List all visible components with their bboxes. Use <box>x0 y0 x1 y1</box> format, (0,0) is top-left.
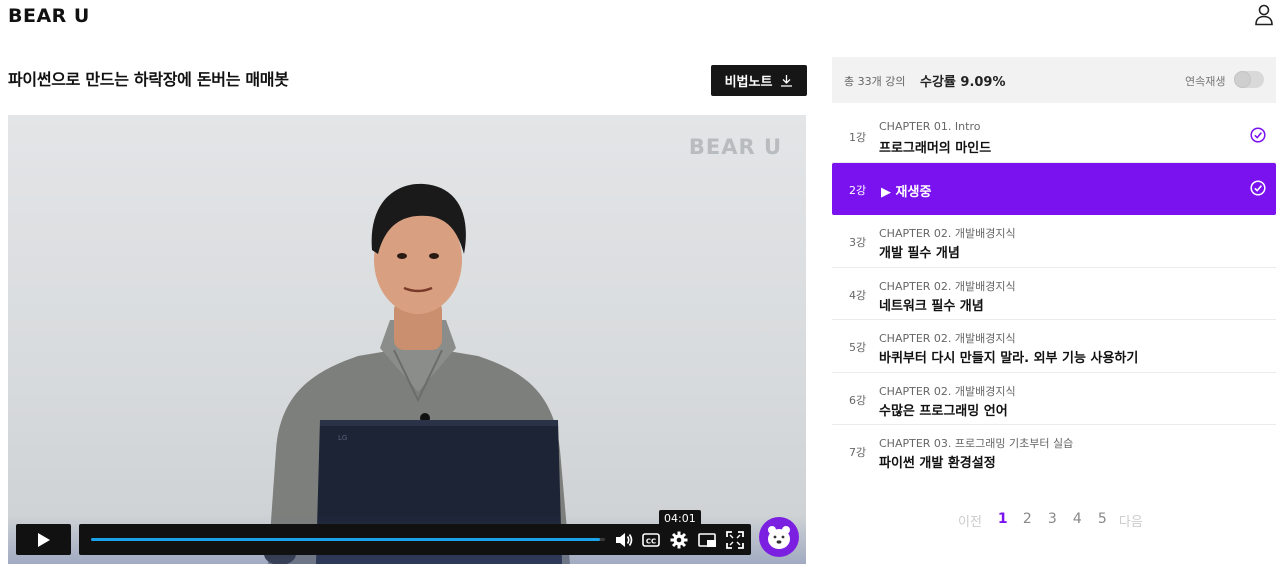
svg-text:CC: CC <box>646 538 656 546</box>
lesson-item[interactable]: 1강 CHAPTER 01. Intro 프로그래머의 마인드 <box>832 110 1276 163</box>
progress-fill <box>91 538 600 541</box>
prev-page-link[interactable]: 이전 <box>958 511 982 530</box>
pip-icon[interactable] <box>697 530 717 550</box>
check-circle-icon <box>1250 179 1266 196</box>
player-controls: 04:01 CC <box>8 510 806 564</box>
lesson-item[interactable]: 3강 CHAPTER 02. 개발배경지식 개발 필수 개념 <box>832 215 1276 268</box>
play-icon <box>37 532 50 547</box>
total-lessons: 총 33개 강의 <box>844 75 906 88</box>
lesson-item[interactable]: 5강 CHAPTER 02. 개발배경지식 바퀴부터 다시 만들지 말라. 외부… <box>832 320 1276 373</box>
video-watermark: BEAR U <box>688 135 782 159</box>
page-link[interactable]: 4 <box>1073 511 1098 530</box>
lesson-chapter: CHAPTER 02. 개발배경지식 <box>879 332 1016 345</box>
volume-icon[interactable] <box>614 530 634 550</box>
lesson-chapter: CHAPTER 03. 프로그래밍 기초부터 실습 <box>879 437 1074 450</box>
page-link[interactable]: 3 <box>1048 511 1073 530</box>
lesson-list: 1강 CHAPTER 01. Intro 프로그래머의 마인드 2강 ▶ 재생중… <box>832 110 1276 478</box>
autoplay-label: 연속재생 <box>1185 75 1226 88</box>
page-link-current[interactable]: 1 <box>998 511 1023 530</box>
presenter-image: LG <box>264 183 570 564</box>
brand-logo[interactable]: BEAR U <box>8 5 90 27</box>
notes-button-label: 비법노트 <box>724 75 773 90</box>
lesson-name: 바퀴부터 다시 만들지 말라. 외부 기능 사용하기 <box>879 351 1139 366</box>
toggle-knob <box>1235 72 1250 87</box>
lesson-name: 수많은 프로그래밍 언어 <box>879 403 1008 419</box>
notes-download-button[interactable]: 비법노트 <box>711 65 807 96</box>
lesson-number: 1강 <box>849 131 867 144</box>
download-icon <box>781 75 793 87</box>
lesson-chapter: CHAPTER 02. 개발배경지식 <box>879 227 1016 240</box>
course-summary: 총 33개 강의 수강률 9.09% 연속재생 <box>832 57 1276 103</box>
captions-icon[interactable]: CC <box>641 530 661 550</box>
progress-track[interactable] <box>91 538 605 541</box>
page-link[interactable]: 2 <box>1023 511 1048 530</box>
lesson-number: 2강 <box>849 183 867 197</box>
lesson-item[interactable]: 4강 CHAPTER 02. 개발배경지식 네트워크 필수 개념 <box>832 268 1276 320</box>
fullscreen-icon[interactable] <box>725 530 745 550</box>
lesson-number: 3강 <box>849 236 867 249</box>
pagination: 이전 1 2 3 4 5 다음 <box>958 511 1143 530</box>
lesson-number: 4강 <box>849 288 867 302</box>
lesson-chapter: CHAPTER 02. 개발배경지식 <box>879 279 1016 293</box>
lesson-item[interactable]: 7강 CHAPTER 03. 프로그래밍 기초부터 실습 파이썬 개발 환경설정 <box>832 425 1276 478</box>
lesson-name: 네트워크 필수 개념 <box>879 298 984 314</box>
lesson-item[interactable]: 6강 CHAPTER 02. 개발배경지식 수많은 프로그래밍 언어 <box>832 373 1276 425</box>
bear-mascot-icon[interactable] <box>759 517 799 557</box>
completion-rate: 수강률 9.09% <box>920 75 1006 90</box>
video-player[interactable]: BEAR U LG 04:01 CC <box>8 115 806 564</box>
svg-text:LG: LG <box>338 434 347 442</box>
lesson-name: 개발 필수 개념 <box>879 246 960 261</box>
lesson-number: 6강 <box>849 393 867 407</box>
settings-icon[interactable] <box>669 530 689 550</box>
now-playing-label: ▶ 재생중 <box>881 184 932 200</box>
lesson-name: 프로그래머의 마인드 <box>879 141 992 156</box>
time-tooltip: 04:01 <box>659 510 701 527</box>
course-title: 파이썬으로 만드는 하락장에 돈버는 매매봇 <box>8 70 289 89</box>
control-bar: 04:01 CC <box>79 510 751 555</box>
check-circle-icon <box>1250 127 1266 143</box>
lesson-item-active[interactable]: 2강 ▶ 재생중 <box>832 162 1276 215</box>
lesson-chapter: CHAPTER 01. Intro <box>879 120 981 133</box>
lesson-name: 파이썬 개발 환경설정 <box>879 456 996 471</box>
user-icon[interactable] <box>1254 4 1274 26</box>
play-button[interactable] <box>16 524 71 555</box>
lesson-number: 7강 <box>849 446 867 459</box>
autoplay-toggle[interactable] <box>1234 71 1264 88</box>
next-page-link[interactable]: 다음 <box>1119 511 1143 530</box>
lesson-number: 5강 <box>849 341 867 354</box>
lesson-chapter: CHAPTER 02. 개발배경지식 <box>879 384 1016 398</box>
